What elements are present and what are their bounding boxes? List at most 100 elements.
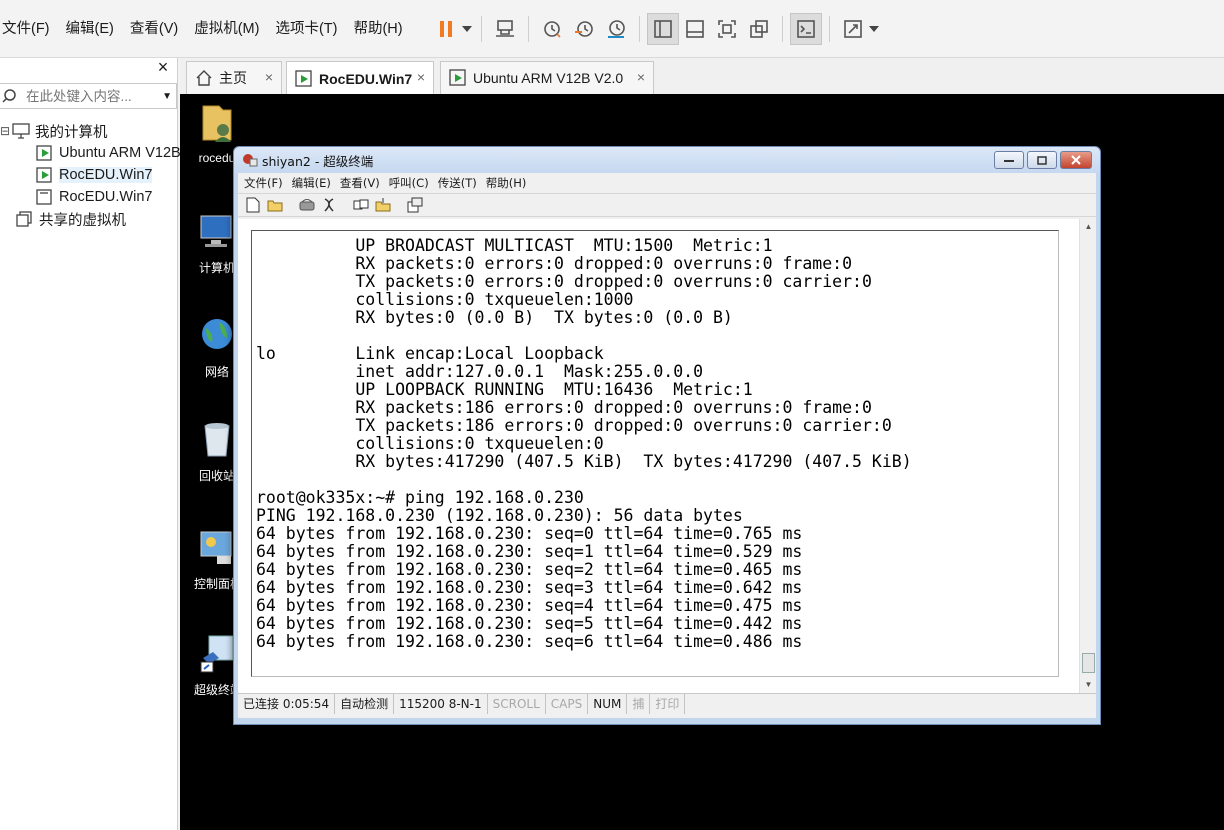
scroll-up-icon[interactable]: ▲ [1080, 219, 1097, 235]
pause-icon[interactable] [430, 13, 462, 45]
ht-menu-edit[interactable]: 编辑(E) [292, 175, 331, 191]
receive-file-icon[interactable] [374, 196, 392, 214]
snapshot-manager-icon[interactable] [600, 13, 632, 45]
home-icon [195, 69, 213, 87]
tab-home[interactable]: 主页 × [186, 61, 282, 94]
pause-dropdown-icon[interactable] [462, 13, 474, 45]
maximize-button[interactable] [1027, 151, 1057, 169]
toolbar-divider [782, 16, 783, 42]
vm-icon [36, 189, 54, 205]
tab-rocedu-win7[interactable]: RocEDU.Win7 × [286, 61, 434, 95]
revert-snapshot-icon[interactable] [568, 13, 600, 45]
scroll-down-icon[interactable]: ▼ [1080, 677, 1097, 693]
status-capture: 捕 [627, 693, 651, 714]
toolbar-divider [528, 16, 529, 42]
tree-vm-rocedu-active[interactable]: RocEDU.Win7 [36, 164, 153, 186]
menu-edit[interactable]: 编辑(E) [58, 16, 122, 42]
menu-tabs[interactable]: 选项卡(T) [267, 16, 345, 42]
menu-help[interactable]: 帮助(H) [345, 16, 410, 42]
terminal-screen[interactable]: UP BROADCAST MULTICAST MTU:1500 Metric:1… [251, 230, 1059, 677]
tab-ubuntu-arm[interactable]: Ubuntu ARM V12B V2.0 × [440, 61, 654, 94]
snapshot-icon[interactable] [536, 13, 568, 45]
vm-display[interactable]: rocedu 计算机 网络 回收站 控制面板 超级终端 shiyan2 - 超级… [180, 94, 1224, 830]
console-view-icon[interactable] [790, 13, 822, 45]
ht-menu-file[interactable]: 文件(F) [244, 175, 283, 191]
ht-menu-help[interactable]: 帮助(H) [486, 175, 527, 191]
terminal-line: UP BROADCAST MULTICAST MTU:1500 Metric:1 [256, 236, 773, 255]
ht-menu-transfer[interactable]: 传送(T) [438, 175, 477, 191]
terminal-line: lo Link encap:Local Loopback [256, 344, 604, 363]
library-search: ▼ [0, 83, 177, 109]
collapse-toggle-icon[interactable]: ⊟ [0, 124, 10, 138]
menu-bar: 文件(F) 编辑(E) 查看(V) 虚拟机(M) 选项卡(T) 帮助(H) [0, 16, 411, 42]
status-num: NUM [588, 693, 628, 714]
recycle-bin-icon [204, 423, 230, 457]
properties-icon[interactable] [406, 196, 424, 214]
close-tab-icon[interactable]: × [637, 69, 645, 85]
ht-menu-view[interactable]: 查看(V) [340, 175, 380, 191]
terminal-line: 64 bytes from 192.168.0.230: seq=2 ttl=6… [256, 560, 803, 579]
window-title-bar[interactable]: shiyan2 - 超级终端 [234, 147, 1100, 173]
hyperterminal-window: shiyan2 - 超级终端 文件(F) 编辑(E) 查看(V) 呼叫(C) 传… [233, 146, 1101, 725]
hyperterminal-toolbar [238, 193, 1096, 217]
dial-icon[interactable] [298, 196, 316, 214]
thumbnail-bar-icon[interactable] [679, 13, 711, 45]
terminal-line: 64 bytes from 192.168.0.230: seq=0 ttl=6… [256, 524, 803, 543]
status-bar: 已连接 0:05:54 自动检测 115200 8-N-1 SCROLL CAP… [238, 693, 1096, 714]
scroll-thumb[interactable] [1082, 653, 1095, 673]
user-folder-icon [202, 105, 232, 142]
tree-shared-vms[interactable]: 共享的虚拟机 [16, 208, 126, 230]
tree-label: RocEDU.Win7 [59, 189, 153, 205]
terminal-line: RX bytes:0 (0.0 B) TX bytes:0 (0.0 B) [256, 308, 733, 327]
terminal-line: RX packets:186 errors:0 dropped:0 overru… [256, 398, 872, 417]
window-body: 文件(F) 编辑(E) 查看(V) 呼叫(C) 传送(T) 帮助(H) UP B… [238, 173, 1096, 718]
fullscreen-icon[interactable] [711, 13, 743, 45]
toolbar-divider [481, 16, 482, 42]
control-panel-icon [200, 531, 232, 564]
terminal-area[interactable]: UP BROADCAST MULTICAST MTU:1500 Metric:1… [238, 219, 1096, 693]
disconnect-icon[interactable] [320, 196, 338, 214]
unity-icon[interactable] [743, 13, 775, 45]
tree-label: 我的计算机 [35, 124, 108, 141]
tree-my-computer[interactable]: ⊟ 我的计算机 [0, 120, 108, 142]
status-print: 打印 [650, 693, 686, 714]
menu-file[interactable]: 文件(F) [0, 16, 58, 42]
tab-label: 主页 [219, 70, 247, 86]
terminal-line: collisions:0 txqueuelen:0 [256, 434, 604, 453]
menu-view[interactable]: 查看(V) [122, 16, 186, 42]
status-detect: 自动检测 [335, 693, 395, 714]
ht-menu-call[interactable]: 呼叫(C) [389, 175, 429, 191]
terminal-line: TX packets:0 errors:0 dropped:0 overruns… [256, 272, 872, 291]
vm-running-icon [449, 69, 467, 87]
vertical-scrollbar[interactable]: ▲ ▼ [1079, 219, 1096, 693]
send-file-icon[interactable] [352, 196, 370, 214]
library-search-input[interactable] [26, 88, 154, 104]
stretch-icon[interactable] [837, 13, 869, 45]
open-folder-icon[interactable] [266, 196, 284, 214]
close-button[interactable] [1060, 151, 1092, 169]
close-tab-icon[interactable]: × [265, 69, 273, 85]
tab-label: Ubuntu ARM V12B V2.0 [473, 70, 624, 86]
terminal-line: TX packets:186 errors:0 dropped:0 overru… [256, 416, 892, 435]
terminal-line: RX bytes:417290 (407.5 KiB) TX bytes:417… [256, 452, 912, 471]
search-dropdown-icon[interactable]: ▼ [162, 91, 172, 102]
tree-label: 共享的虚拟机 [39, 212, 126, 229]
library-view-icon[interactable] [647, 13, 679, 45]
new-file-icon[interactable] [244, 196, 262, 214]
terminal-line: 64 bytes from 192.168.0.230: seq=1 ttl=6… [256, 542, 803, 561]
terminal-line: collisions:0 txqueuelen:1000 [256, 290, 634, 309]
stretch-dropdown-icon[interactable] [869, 13, 881, 45]
minimize-button[interactable] [994, 151, 1024, 169]
top-bar: 文件(F) 编辑(E) 查看(V) 虚拟机(M) 选项卡(T) 帮助(H) [0, 0, 1224, 58]
tree-vm-rocedu[interactable]: RocEDU.Win7 [36, 186, 152, 208]
status-port: 115200 8-N-1 [394, 693, 488, 714]
tab-bar: 主页 × RocEDU.Win7 × Ubuntu ARM V12B V2.0 … [180, 58, 1224, 95]
close-tab-icon[interactable]: × [417, 69, 425, 85]
terminal-line: RX packets:0 errors:0 dropped:0 overruns… [256, 254, 853, 273]
toolbar [430, 12, 881, 46]
menu-vm[interactable]: 虚拟机(M) [186, 16, 267, 42]
send-keys-icon[interactable] [489, 13, 521, 45]
close-library-button[interactable]: × [155, 58, 171, 76]
